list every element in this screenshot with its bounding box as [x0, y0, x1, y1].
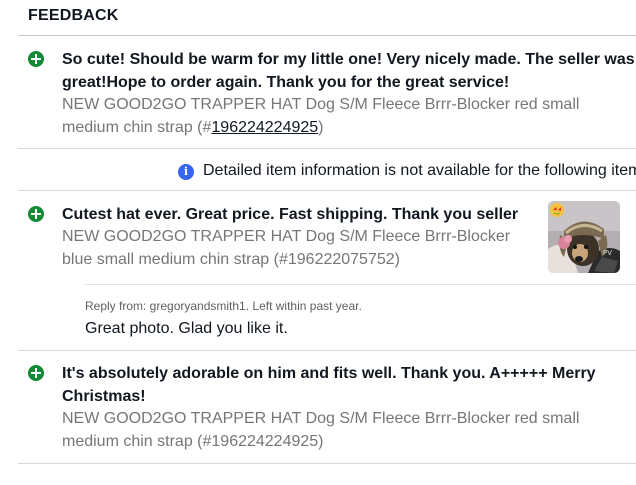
info-icon: i: [178, 164, 194, 180]
item-title-line: medium chin strap (#196224224925): [62, 116, 636, 139]
positive-plus-icon: [28, 365, 44, 381]
entry-divider: [18, 190, 636, 191]
entry-divider: [18, 148, 636, 149]
feedback-comment-line: So cute! Should be warm for my little on…: [62, 51, 635, 68]
svg-text:PV: PV: [603, 249, 612, 257]
title-divider: [18, 35, 636, 36]
dog-wearing-trapper-hat-photo[interactable]: PV: [548, 201, 620, 273]
positive-plus-icon: [28, 51, 44, 67]
item-suffix: ): [318, 119, 324, 136]
dog-photo-image: PV: [548, 201, 620, 273]
item-number-link[interactable]: 196224224925: [211, 119, 318, 136]
positive-plus-icon: [28, 206, 44, 222]
entry-divider: [18, 350, 636, 351]
item-title-line: medium chin strap (#196224224925): [62, 433, 324, 450]
section-title: FEEDBACK: [28, 7, 119, 24]
item-title-line: NEW GOOD2GO TRAPPER HAT Dog S/M Fleece B…: [62, 96, 580, 113]
feedback-comment-line: It's absolutely adorable on him and fits…: [62, 365, 596, 382]
seller-reply-meta: Reply from: gregoryandsmith1. Left withi…: [85, 299, 362, 313]
item-title-line: NEW GOOD2GO TRAPPER HAT Dog S/M Fleece B…: [62, 410, 580, 427]
feedback-comment-line: great!Hope to order again. Thank you for…: [62, 74, 510, 91]
entry-divider: [18, 463, 636, 464]
info-notice-text: Detailed item information is not availab…: [203, 162, 636, 179]
reply-divider: [84, 284, 636, 285]
item-prefix: medium chin strap (#: [62, 119, 212, 136]
seller-reply-text: Great photo. Glad you like it.: [85, 320, 288, 337]
feedback-comment-line: Christmas!: [62, 388, 146, 405]
